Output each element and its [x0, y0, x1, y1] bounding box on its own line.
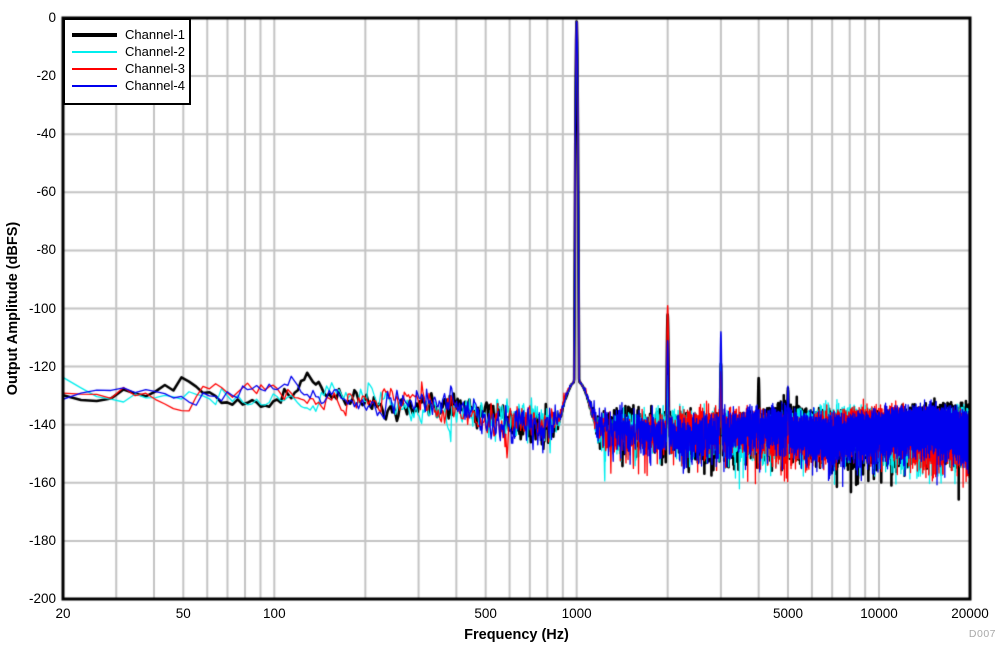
legend-line-sample — [72, 85, 117, 87]
legend-item: Channel-4 — [65, 77, 189, 94]
legend-item: Channel-3 — [65, 60, 189, 77]
legend-item-label: Channel-1 — [125, 27, 185, 42]
x-tick-label: 20 — [21, 605, 105, 623]
legend: Channel-1 Channel-2 Channel-3 Channel-4 — [63, 18, 191, 105]
legend-line-sample — [72, 33, 117, 37]
x-tick-label: 1000 — [535, 605, 619, 623]
x-tick-label: 50 — [141, 605, 225, 623]
legend-item-label: Channel-3 — [125, 61, 185, 76]
x-tick-label: 500 — [444, 605, 528, 623]
x-tick-label: 5000 — [746, 605, 830, 623]
x-tick-label: 10000 — [837, 605, 921, 623]
x-tick-label: 100 — [232, 605, 316, 623]
legend-item: Channel-2 — [65, 43, 189, 60]
x-tick-label: 20000 — [928, 605, 1007, 623]
legend-line-sample — [72, 68, 117, 70]
legend-item: Channel-1 — [65, 26, 189, 43]
figure-id-watermark: D007 — [969, 628, 996, 640]
fft-output-spectrum-chart: 0-20-40-60-80-100-120-140-160-180-200 20… — [0, 0, 1007, 652]
y-axis-title: Output Amplitude (dBFS) — [5, 18, 21, 599]
legend-item-label: Channel-4 — [125, 78, 185, 93]
legend-item-label: Channel-2 — [125, 44, 185, 59]
x-axis-title: Frequency (Hz) — [63, 627, 970, 643]
legend-line-sample — [72, 51, 117, 53]
